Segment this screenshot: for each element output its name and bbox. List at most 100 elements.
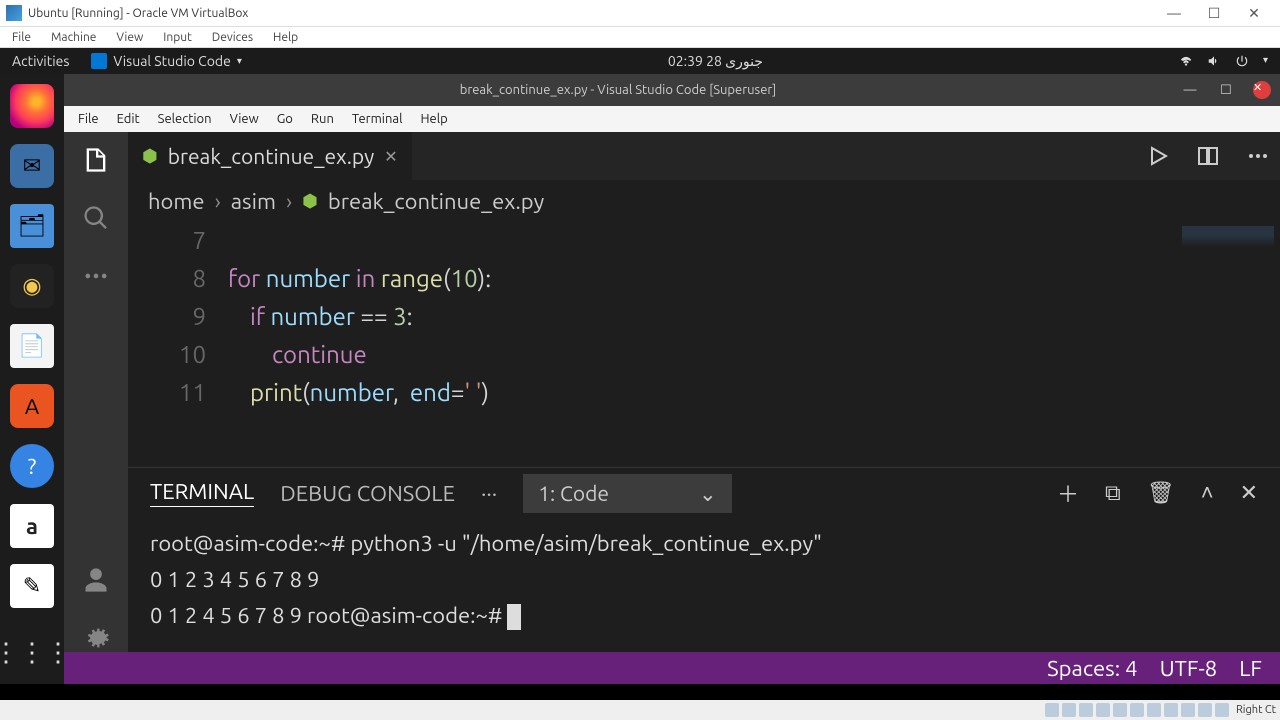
vbox-menu-input[interactable]: Input: [155, 31, 200, 44]
vscode-window: break_continue_ex.py - Visual Studio Cod…: [64, 74, 1280, 684]
terminal-line: 0 1 2 3 4 5 6 7 8 9: [150, 562, 1258, 598]
terminal-panel: TERMINAL DEBUG CONSOLE ··· 1: Code ⌄ ＋ ⧉…: [128, 467, 1280, 652]
gnome-system-tray[interactable]: ▾: [1179, 54, 1280, 68]
editor-tabbar: ⬢ break_continue_ex.py ✕: [128, 132, 1280, 180]
python-file-icon: ⬢: [302, 191, 318, 212]
vscode-minimize-button[interactable]: —: [1172, 77, 1208, 103]
ubuntu-dock: ✉ 🗂 ◉ 📄 A ? a ✎ ⋮⋮⋮: [0, 74, 64, 684]
gnome-topbar: Activities Visual Studio Code ▾ جنوری 28…: [0, 48, 1280, 74]
vscode-maximize-button[interactable]: ☐: [1208, 77, 1244, 103]
virtualbox-menubar: File Machine View Input Devices Help: [0, 27, 1280, 48]
terminal-line: 0 1 2 4 5 6 7 8 9 root@asim-code:~#: [150, 598, 1258, 634]
power-icon: [1235, 54, 1249, 68]
dock-show-apps[interactable]: ⋮⋮⋮: [10, 630, 54, 674]
kill-terminal-icon[interactable]: 🗑: [1147, 480, 1175, 506]
vscode-menubar: File Edit Selection View Go Run Terminal…: [64, 106, 1280, 132]
dock-firefox[interactable]: [10, 84, 54, 128]
minimap[interactable]: [1182, 226, 1274, 256]
vbox-tray-clipboard-icon[interactable]: [1215, 703, 1229, 717]
vbox-tray-audio-icon[interactable]: [1198, 703, 1212, 717]
dock-rhythmbox[interactable]: ◉: [10, 264, 54, 308]
editor-tab[interactable]: ⬢ break_continue_ex.py ✕: [128, 132, 412, 180]
vscode-menu-run[interactable]: Run: [303, 112, 342, 126]
vbox-menu-machine[interactable]: Machine: [43, 31, 104, 44]
status-indent[interactable]: Spaces: 4: [1047, 656, 1137, 681]
close-panel-icon[interactable]: ✕: [1240, 480, 1258, 506]
virtualbox-minimize-button[interactable]: —: [1154, 1, 1194, 25]
code-content[interactable]: for number in range(10): if number == 3:…: [228, 222, 1280, 467]
vscode-menu-file[interactable]: File: [70, 112, 107, 126]
virtualbox-maximize-button[interactable]: ☐: [1194, 1, 1234, 25]
volume-icon: [1207, 54, 1221, 68]
gnome-app-label: Visual Studio Code: [113, 53, 230, 69]
vscode-menu-help[interactable]: Help: [412, 112, 455, 126]
vbox-tray-usb-icon[interactable]: [1079, 703, 1093, 717]
breadcrumb-segment[interactable]: asim: [231, 189, 276, 214]
virtualbox-status-tray: Right Ct: [0, 700, 1280, 720]
vscode-titlebar: break_continue_ex.py - Visual Studio Cod…: [64, 74, 1280, 106]
vbox-tray-hdd-icon[interactable]: [1045, 703, 1059, 717]
panel-tabs: TERMINAL DEBUG CONSOLE ··· 1: Code ⌄ ＋ ⧉…: [128, 468, 1280, 518]
breadcrumb-segment[interactable]: break_continue_ex.py: [328, 189, 544, 214]
dock-software[interactable]: A: [10, 384, 54, 428]
activity-more-icon[interactable]: [82, 262, 110, 290]
vscode-menu-edit[interactable]: Edit: [109, 112, 148, 126]
terminal-cursor: [507, 604, 521, 630]
vbox-menu-view[interactable]: View: [108, 31, 151, 44]
split-editor-icon[interactable]: [1196, 144, 1220, 168]
terminal-line: root@asim-code:~# python3 -u "/home/asim…: [150, 526, 1258, 562]
dock-texteditor[interactable]: ✎: [10, 564, 54, 608]
activity-search-icon[interactable]: [82, 204, 110, 232]
vscode-menu-selection[interactable]: Selection: [150, 112, 220, 126]
run-button-icon[interactable]: [1146, 144, 1170, 168]
vbox-tray-network-icon[interactable]: [1181, 703, 1195, 717]
gnome-clock[interactable]: جنوری 28 02:39: [252, 53, 1179, 70]
virtualbox-window-title: Ubuntu [Running] - Oracle VM VirtualBox: [28, 7, 1154, 20]
vscode-icon: [91, 53, 107, 69]
chevron-down-icon: ▾: [237, 55, 242, 67]
activity-explorer-icon[interactable]: [82, 146, 110, 174]
dock-files[interactable]: 🗂: [10, 204, 54, 248]
breadcrumb[interactable]: home › asim › ⬢ break_continue_ex.py: [128, 180, 1280, 222]
vbox-tray-cpu-icon[interactable]: [1147, 703, 1161, 717]
panel-tab-debug-console[interactable]: DEBUG CONSOLE: [280, 481, 455, 506]
status-eol[interactable]: LF: [1239, 656, 1262, 681]
vbox-menu-file[interactable]: File: [4, 31, 39, 44]
vscode-menu-go[interactable]: Go: [269, 112, 301, 126]
vbox-tray-recording-icon[interactable]: [1130, 703, 1144, 717]
vbox-tray-display-icon[interactable]: [1113, 703, 1127, 717]
line-number-gutter: 7 8 9 10 11: [128, 222, 228, 467]
vscode-close-button[interactable]: ✕: [1244, 77, 1280, 103]
vbox-menu-help[interactable]: Help: [265, 31, 306, 44]
panel-tab-terminal[interactable]: TERMINAL: [150, 479, 254, 507]
panel-tabs-overflow-icon[interactable]: ···: [481, 481, 497, 506]
vbox-tray-optical-icon[interactable]: [1062, 703, 1076, 717]
new-terminal-icon[interactable]: ＋: [1057, 477, 1079, 509]
activity-account-icon[interactable]: [82, 566, 110, 594]
vbox-tray-mouse-icon[interactable]: [1164, 703, 1178, 717]
code-editor[interactable]: 7 8 9 10 11 for number in range(10): if …: [128, 222, 1280, 467]
dock-libreoffice[interactable]: 📄: [10, 324, 54, 368]
virtualbox-close-button[interactable]: ✕: [1234, 1, 1274, 25]
split-terminal-icon[interactable]: ⧉: [1105, 480, 1121, 506]
dock-help[interactable]: ?: [10, 444, 54, 488]
dock-thunderbird[interactable]: ✉: [10, 144, 54, 188]
status-encoding[interactable]: UTF-8: [1160, 656, 1218, 681]
vscode-menu-terminal[interactable]: Terminal: [344, 112, 411, 126]
chevron-down-icon: ⌄: [699, 481, 717, 506]
activity-settings-icon[interactable]: [82, 624, 110, 652]
gnome-active-app-menu[interactable]: Visual Studio Code ▾: [81, 53, 251, 69]
terminal-output[interactable]: root@asim-code:~# python3 -u "/home/asim…: [128, 518, 1280, 652]
vbox-menu-devices[interactable]: Devices: [204, 31, 261, 44]
more-actions-icon[interactable]: [1246, 144, 1270, 168]
breadcrumb-segment[interactable]: home: [148, 189, 205, 214]
vscode-menu-view[interactable]: View: [222, 112, 267, 126]
tab-close-icon[interactable]: ✕: [384, 147, 397, 166]
vbox-hostkey-label: Right Ct: [1232, 704, 1276, 716]
vscode-statusbar[interactable]: Spaces: 4 UTF-8 LF: [64, 652, 1280, 684]
vbox-tray-shared-folder-icon[interactable]: [1096, 703, 1110, 717]
terminal-selector[interactable]: 1: Code ⌄: [523, 474, 731, 513]
gnome-activities-button[interactable]: Activities: [0, 53, 81, 69]
maximize-panel-icon[interactable]: ˄: [1201, 480, 1214, 506]
dock-amazon[interactable]: a: [10, 504, 54, 548]
